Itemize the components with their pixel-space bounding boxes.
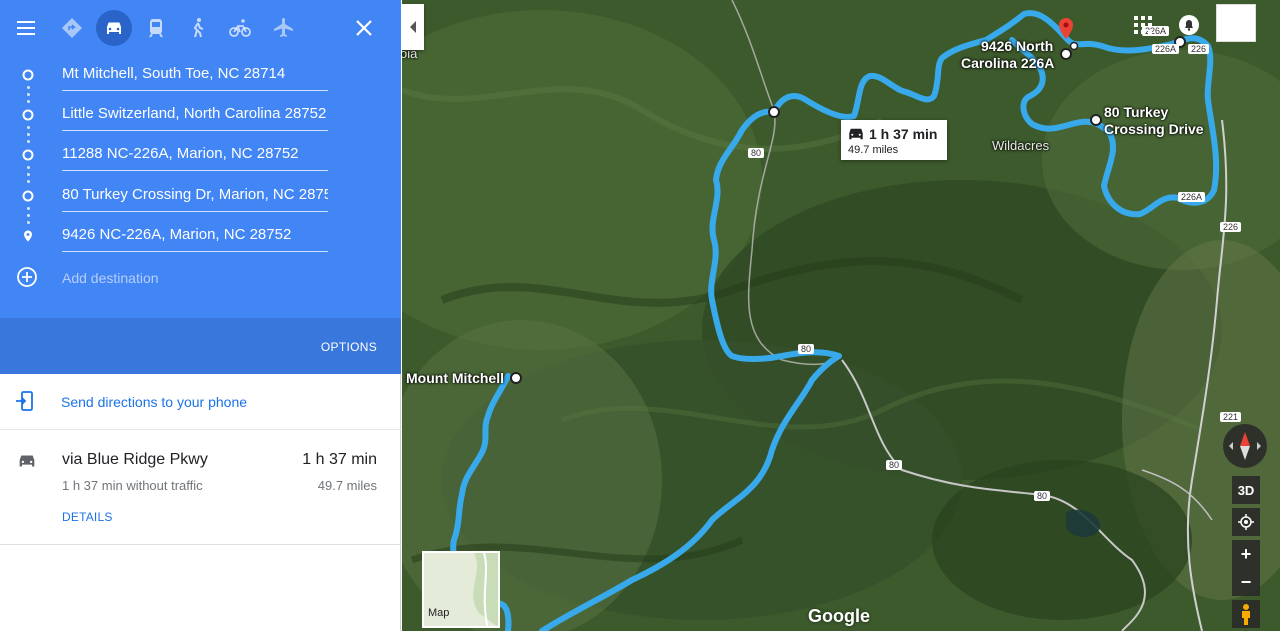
map-view[interactable]: 80 80 80 80 226A 226A 226A 226 226 221 M… (402, 0, 1280, 631)
close-icon[interactable] (346, 10, 382, 46)
car-icon (849, 128, 863, 140)
3d-toggle-button[interactable]: 3D (1232, 476, 1260, 504)
road-shield: 226A (1178, 192, 1206, 202)
route-option-card[interactable]: via Blue Ridge Pkwy 1 h 37 min 1 h 37 mi… (0, 431, 401, 545)
directions-panel: Mt Mitchell, South Toe, NC 28714 Little … (0, 0, 401, 631)
apps-grid-icon[interactable] (1134, 16, 1152, 34)
add-destination-icon[interactable] (16, 266, 38, 288)
send-to-phone-row[interactable]: Send directions to your phone (0, 374, 401, 430)
flight-icon[interactable] (266, 10, 302, 46)
chevron-left-icon (410, 21, 416, 33)
map-label-wildacres: Wildacres (992, 138, 1050, 153)
minimap-label: Map (428, 607, 450, 619)
stop-row-1: Mt Mitchell, South Toe, NC 28714 (0, 55, 401, 95)
satellite-map (402, 0, 1280, 631)
driving-icon[interactable] (96, 10, 132, 46)
waypoint-circle-icon (22, 149, 34, 161)
transit-icon[interactable] (138, 10, 174, 46)
start-location-input[interactable]: Mt Mitchell, South Toe, NC 28714 (62, 63, 328, 91)
waypoint-marker-little-switzerland (768, 106, 780, 118)
map-label-9426-line1: 9426 North (981, 38, 1054, 54)
road-shield: 226A (1152, 44, 1180, 54)
location-crosshair-icon (1238, 514, 1254, 530)
route-info-box[interactable]: 1 h 37 min 49.7 miles (841, 120, 947, 160)
best-route-icon[interactable] (54, 10, 90, 46)
road-shield: 80 (886, 460, 903, 470)
options-button[interactable]: OPTIONS (321, 340, 377, 354)
send-to-phone-icon (16, 391, 33, 411)
road-shield: 226 (1220, 222, 1242, 232)
road-shield: 226 (1188, 44, 1210, 54)
map-label-turkey-line2: Crossing Drive (1104, 121, 1204, 137)
road-shield: 80 (748, 148, 765, 158)
compass-icon[interactable] (1223, 424, 1267, 468)
road-shield: 221 (1220, 412, 1242, 422)
car-icon (19, 455, 35, 467)
account-avatar[interactable] (1216, 4, 1256, 42)
stop-row-3: 11288 NC-226A, Marion, NC 28752 (0, 135, 401, 175)
road-shield: 80 (1034, 491, 1051, 501)
waypoint-marker-mount-mitchell (510, 372, 522, 384)
route-distance: 49.7 miles (317, 478, 377, 493)
map-label-turkey-line1: 80 Turkey (1104, 104, 1169, 120)
route-duration: 1 h 37 min (302, 451, 377, 468)
waypoint-marker-9426 (1060, 48, 1072, 60)
zoom-out-button[interactable]: − (1232, 568, 1260, 596)
directions-header: Mt Mitchell, South Toe, NC 28714 Little … (0, 0, 401, 374)
stop-row-2: Little Switzerland, North Carolina 28752 (0, 95, 401, 135)
route-traffic-note: 1 h 37 min without traffic (62, 478, 203, 493)
route-name: via Blue Ridge Pkwy (62, 451, 208, 468)
waypoint-input-3[interactable]: 80 Turkey Crossing Dr, Marion, NC 28752 (62, 184, 328, 212)
collapse-panel-button[interactable] (402, 4, 424, 50)
cycling-icon[interactable] (222, 10, 258, 46)
map-type-toggle[interactable]: Map (422, 551, 500, 628)
waypoint-input-1[interactable]: Little Switzerland, North Carolina 28752 (62, 103, 328, 131)
waypoint-circle-icon (22, 190, 34, 202)
road-shield: 80 (798, 344, 815, 354)
stop-row-5: 9426 NC-226A, Marion, NC 28752 (0, 216, 401, 256)
waypoint-input-2[interactable]: 11288 NC-226A, Marion, NC 28752 (62, 143, 328, 171)
waypoint-circle-icon (22, 69, 34, 81)
walking-icon[interactable] (180, 10, 216, 46)
travel-mode-bar (0, 8, 401, 48)
google-logo: Google (808, 606, 870, 626)
zoom-in-button[interactable]: + (1232, 540, 1260, 568)
my-location-button[interactable] (1232, 508, 1260, 536)
map-label-9426-line2: Carolina 226A (961, 55, 1055, 71)
waypoint-marker-turkey-crossing (1090, 114, 1102, 126)
stop-row-4: 80 Turkey Crossing Dr, Marion, NC 28752 (0, 176, 401, 216)
send-directions-link[interactable]: Send directions to your phone (61, 394, 247, 410)
pegman-icon[interactable] (1232, 600, 1260, 628)
route-info-distance: 49.7 miles (848, 144, 899, 156)
map-label-mount-mitchell: Mount Mitchell (406, 370, 504, 386)
menu-icon[interactable] (8, 10, 44, 46)
options-bar: OPTIONS (0, 318, 401, 374)
add-destination-input[interactable]: Add destination (62, 270, 159, 286)
destination-pin-icon (24, 230, 32, 242)
waypoint-circle-icon (22, 109, 34, 121)
route-info-duration: 1 h 37 min (869, 126, 938, 142)
notifications-icon[interactable] (1178, 14, 1200, 36)
details-button[interactable]: DETAILS (62, 510, 113, 524)
destination-input[interactable]: 9426 NC-226A, Marion, NC 28752 (62, 224, 328, 252)
